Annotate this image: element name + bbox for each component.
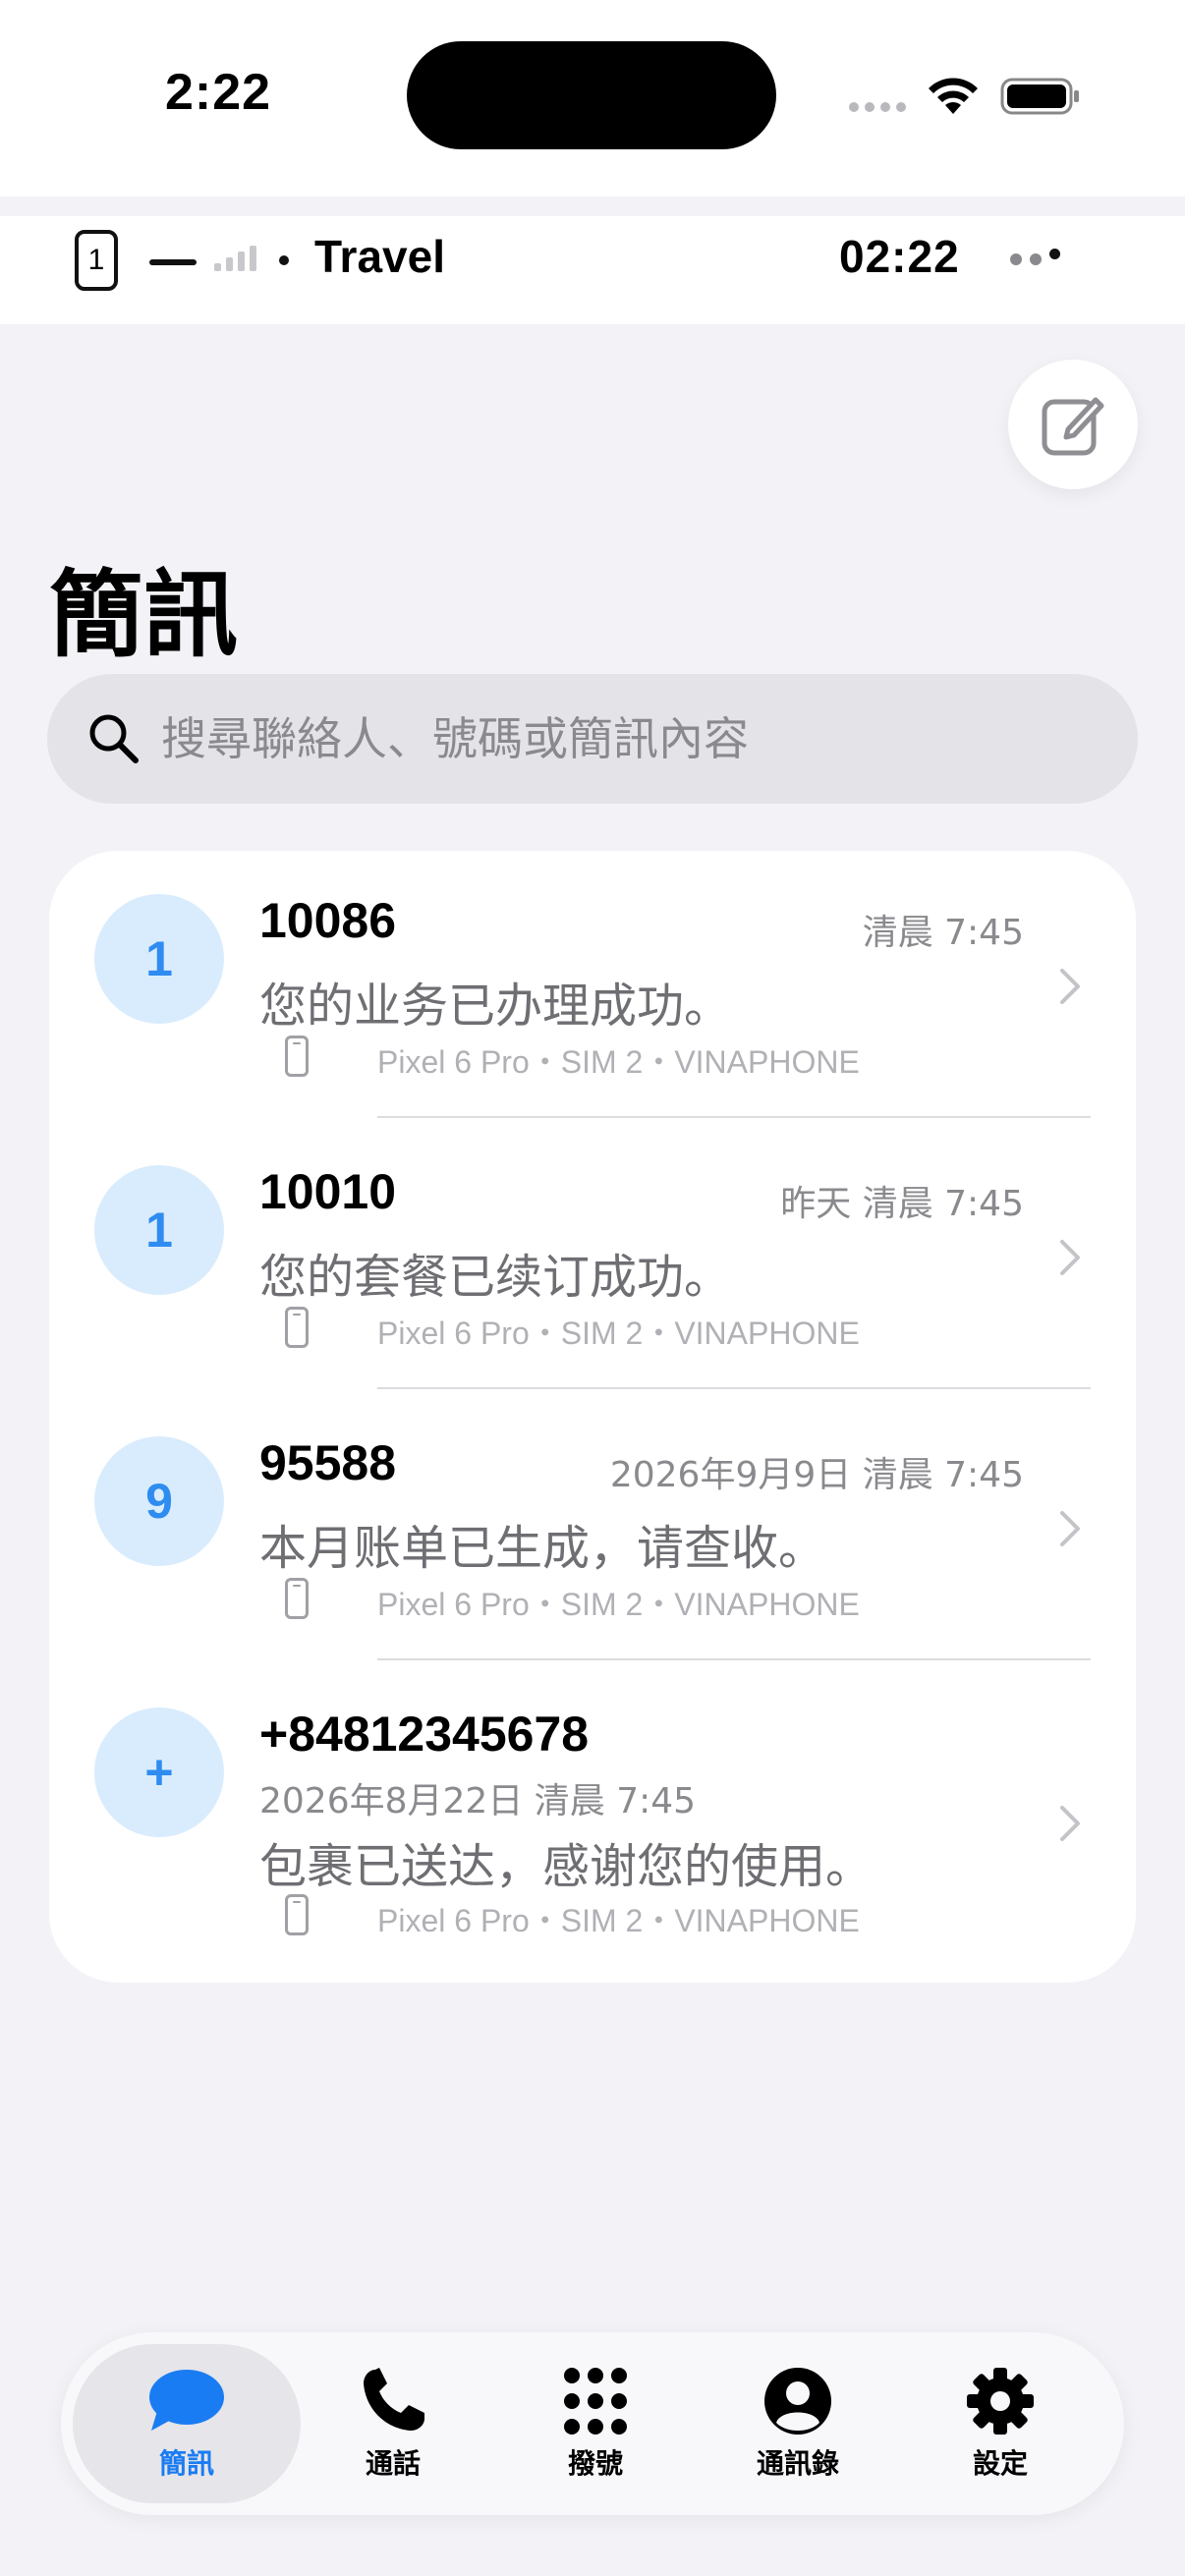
message-preview: 您的套餐已续订成功。 xyxy=(259,1250,732,1305)
tab-label: 通訊錄 xyxy=(756,2447,839,2480)
search-bar[interactable] xyxy=(47,674,1138,804)
battery-icon xyxy=(1000,78,1079,115)
tab-settings[interactable]: 設定 xyxy=(886,2344,1114,2503)
message-preview: 本月账单已生成，请查收。 xyxy=(259,1521,826,1576)
avatar: + xyxy=(94,1708,224,1837)
message-sender: 10010 xyxy=(259,1164,397,1219)
more-options-icon[interactable] xyxy=(1010,248,1060,265)
status-bar: 2:22 xyxy=(0,0,1185,196)
message-row[interactable]: + +84812345678 2026年8月22日 清晨 7:45 包裹已送达，… xyxy=(49,1664,1136,1983)
chevron-right-icon xyxy=(1060,969,1080,1004)
status-time: 2:22 xyxy=(165,64,272,121)
signal-bars-icon xyxy=(214,242,256,271)
keypad-icon xyxy=(564,2368,627,2435)
message-sim-info: Pixel 6 Pro・SIM 2・VINAPHONE xyxy=(377,1044,860,1080)
phone-device-icon xyxy=(285,1578,309,1619)
avatar: 1 xyxy=(94,894,224,1024)
message-sim-info: Pixel 6 Pro・SIM 2・VINAPHONE xyxy=(377,1903,860,1938)
sim-slot-number: 1 xyxy=(87,244,105,276)
avatar: 1 xyxy=(94,1165,224,1295)
phone-device-icon xyxy=(285,1894,309,1935)
message-row[interactable]: 9 95588 2026年9月9日 清晨 7:45 本月账单已生成，请查收。 P… xyxy=(49,1393,1136,1664)
sim-card-icon[interactable]: 1 xyxy=(75,230,118,291)
message-sim-info: Pixel 6 Pro・SIM 2・VINAPHONE xyxy=(377,1587,860,1622)
search-input[interactable] xyxy=(161,674,1104,804)
avatar: 9 xyxy=(94,1436,224,1566)
message-timestamp: 2026年9月9日 清晨 7:45 xyxy=(609,1455,1024,1495)
message-sender: 95588 xyxy=(259,1435,397,1490)
phone-icon xyxy=(364,2368,424,2431)
message-row[interactable]: 1 10010 昨天 清晨 7:45 您的套餐已续订成功。 Pixel 6 Pr… xyxy=(49,1122,1136,1393)
tab-messages[interactable]: 簡訊 xyxy=(73,2344,301,2503)
tab-bar: 簡訊 通話 撥號 通訊錄 設定 xyxy=(61,2332,1124,2515)
message-list: 1 10086 清晨 7:45 您的业务已办理成功。 Pixel 6 Pro・S… xyxy=(49,851,1136,1983)
message-preview: 您的业务已办理成功。 xyxy=(259,979,732,1034)
sim-clock: 02:22 xyxy=(839,231,960,282)
message-sender: 10086 xyxy=(259,893,397,948)
row-divider xyxy=(377,1387,1091,1389)
message-timestamp: 2026年8月22日 清晨 7:45 xyxy=(259,1781,697,1821)
gear-icon xyxy=(967,2368,1034,2435)
message-sim-info: Pixel 6 Pro・SIM 2・VINAPHONE xyxy=(377,1316,860,1351)
sim-info-bar: 1 Travel 02:22 xyxy=(0,216,1185,324)
row-divider xyxy=(377,1116,1091,1118)
phone-device-icon xyxy=(285,1307,309,1348)
tab-label: 簡訊 xyxy=(158,2447,214,2480)
phone-device-icon xyxy=(285,1036,309,1077)
sim-dash xyxy=(149,259,197,265)
dynamic-island xyxy=(407,41,776,149)
page-title: 簡訊 xyxy=(49,563,238,668)
separator-dot xyxy=(279,255,289,265)
message-bubble-icon xyxy=(149,2370,224,2431)
compose-button[interactable] xyxy=(1008,360,1138,489)
tab-keypad[interactable]: 撥號 xyxy=(481,2344,709,2503)
message-timestamp: 昨天 清晨 7:45 xyxy=(780,1184,1024,1224)
message-row[interactable]: 1 10086 清晨 7:45 您的业务已办理成功。 Pixel 6 Pro・S… xyxy=(49,851,1136,1122)
contact-icon xyxy=(764,2368,831,2435)
chevron-right-icon xyxy=(1060,1240,1080,1275)
tab-label: 通話 xyxy=(365,2447,421,2480)
chevron-right-icon xyxy=(1060,1511,1080,1546)
message-sender: +84812345678 xyxy=(259,1707,590,1762)
compose-icon xyxy=(1042,397,1104,456)
tab-contacts[interactable]: 通訊錄 xyxy=(684,2344,912,2503)
cellular-signal-icon xyxy=(849,102,906,112)
tab-calls[interactable]: 通話 xyxy=(279,2344,507,2503)
sim-line-name[interactable]: Travel xyxy=(314,230,445,283)
chevron-right-icon xyxy=(1060,1806,1080,1841)
wifi-icon xyxy=(929,78,978,114)
row-divider xyxy=(377,1658,1091,1660)
search-icon xyxy=(89,714,139,763)
message-timestamp: 清晨 7:45 xyxy=(862,913,1024,953)
message-preview: 包裹已送达，感谢您的使用。 xyxy=(259,1839,874,1894)
tab-label: 撥號 xyxy=(567,2447,623,2480)
tab-label: 設定 xyxy=(972,2447,1028,2480)
